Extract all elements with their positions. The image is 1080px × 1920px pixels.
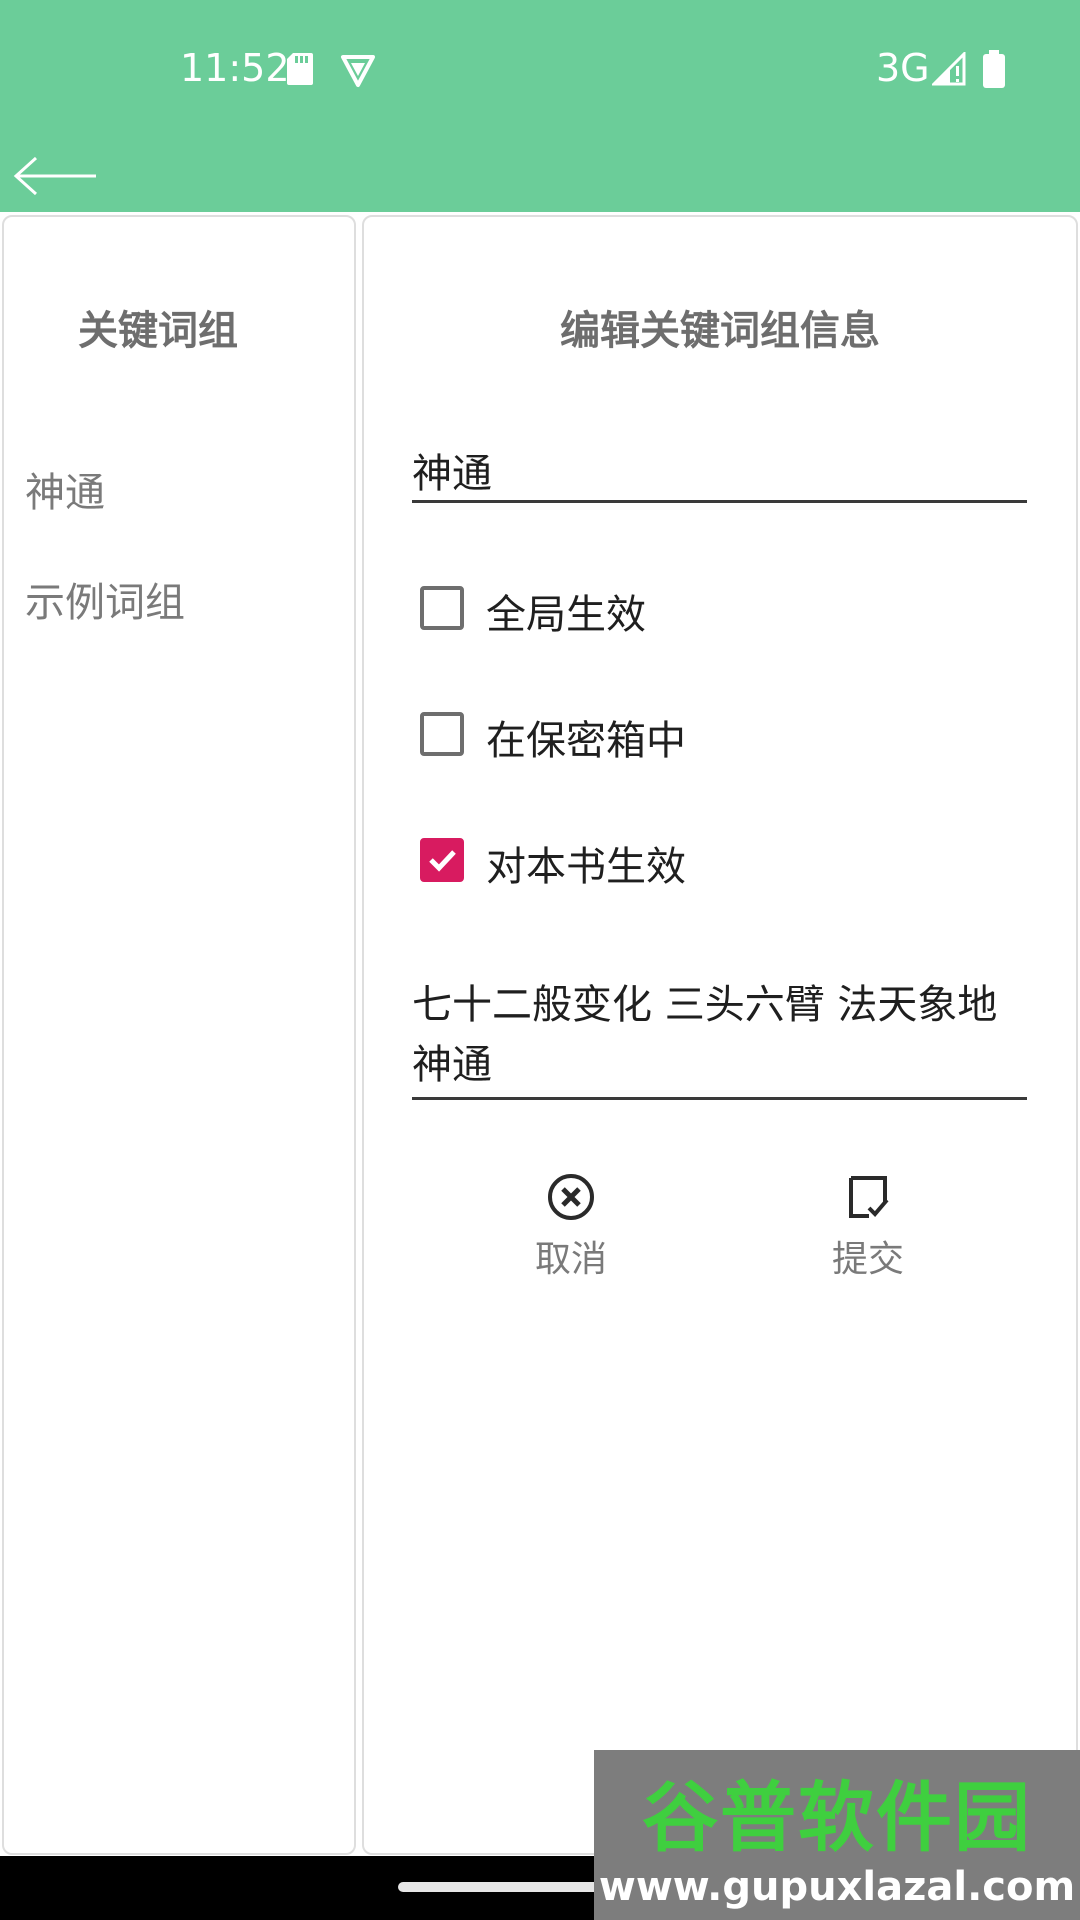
battery-icon bbox=[983, 50, 1005, 88]
arrow-left-icon bbox=[13, 156, 96, 196]
edit-group-title: 编辑关键词组信息 bbox=[560, 308, 880, 354]
group-item-example[interactable]: 示例词组 bbox=[25, 570, 185, 628]
book-effect-checkbox[interactable]: 对本书生效 bbox=[418, 832, 718, 892]
app-bar bbox=[0, 0, 1080, 212]
group-list-title: 关键词组 bbox=[78, 308, 238, 354]
global-effect-label: 全局生效 bbox=[486, 592, 646, 638]
cancel-button[interactable]: 取消 bbox=[491, 1172, 651, 1292]
checkbox-unchecked bbox=[420, 712, 464, 756]
global-effect-checkbox[interactable]: 全局生效 bbox=[418, 580, 678, 640]
group-item-shentong[interactable]: 神通 bbox=[25, 460, 105, 518]
cancel-circle-icon bbox=[548, 1174, 594, 1220]
status-time: 11:52 bbox=[180, 46, 290, 90]
safe-box-checkbox[interactable]: 在保密箱中 bbox=[418, 706, 718, 766]
submit-check-icon bbox=[849, 1176, 889, 1218]
safe-box-label: 在保密箱中 bbox=[486, 718, 686, 764]
group-name-input[interactable] bbox=[412, 440, 1027, 503]
sd-card-icon bbox=[287, 53, 313, 85]
book-effect-label: 对本书生效 bbox=[486, 844, 686, 890]
check-icon bbox=[429, 850, 456, 872]
vpn-icon bbox=[340, 52, 376, 88]
watermark-title: 谷普软件园 bbox=[642, 1773, 1032, 1862]
watermark-url: www.gupuxlazal.com bbox=[598, 1864, 1076, 1910]
signal-icon bbox=[930, 50, 966, 86]
submit-button[interactable]: 提交 bbox=[788, 1172, 948, 1292]
network-type: 3G bbox=[876, 46, 930, 90]
checkbox-checked bbox=[420, 838, 464, 882]
checkbox-unchecked bbox=[420, 586, 464, 630]
back-button[interactable] bbox=[8, 146, 104, 206]
cancel-label: 取消 bbox=[534, 1239, 607, 1280]
submit-label: 提交 bbox=[831, 1239, 904, 1280]
keywords-input[interactable]: 七十二般变化 三头六臂 法天象地 神通 bbox=[412, 975, 1027, 1100]
watermark-logo: 谷普软件园 www.gupuxlazal.com bbox=[594, 1750, 1080, 1920]
